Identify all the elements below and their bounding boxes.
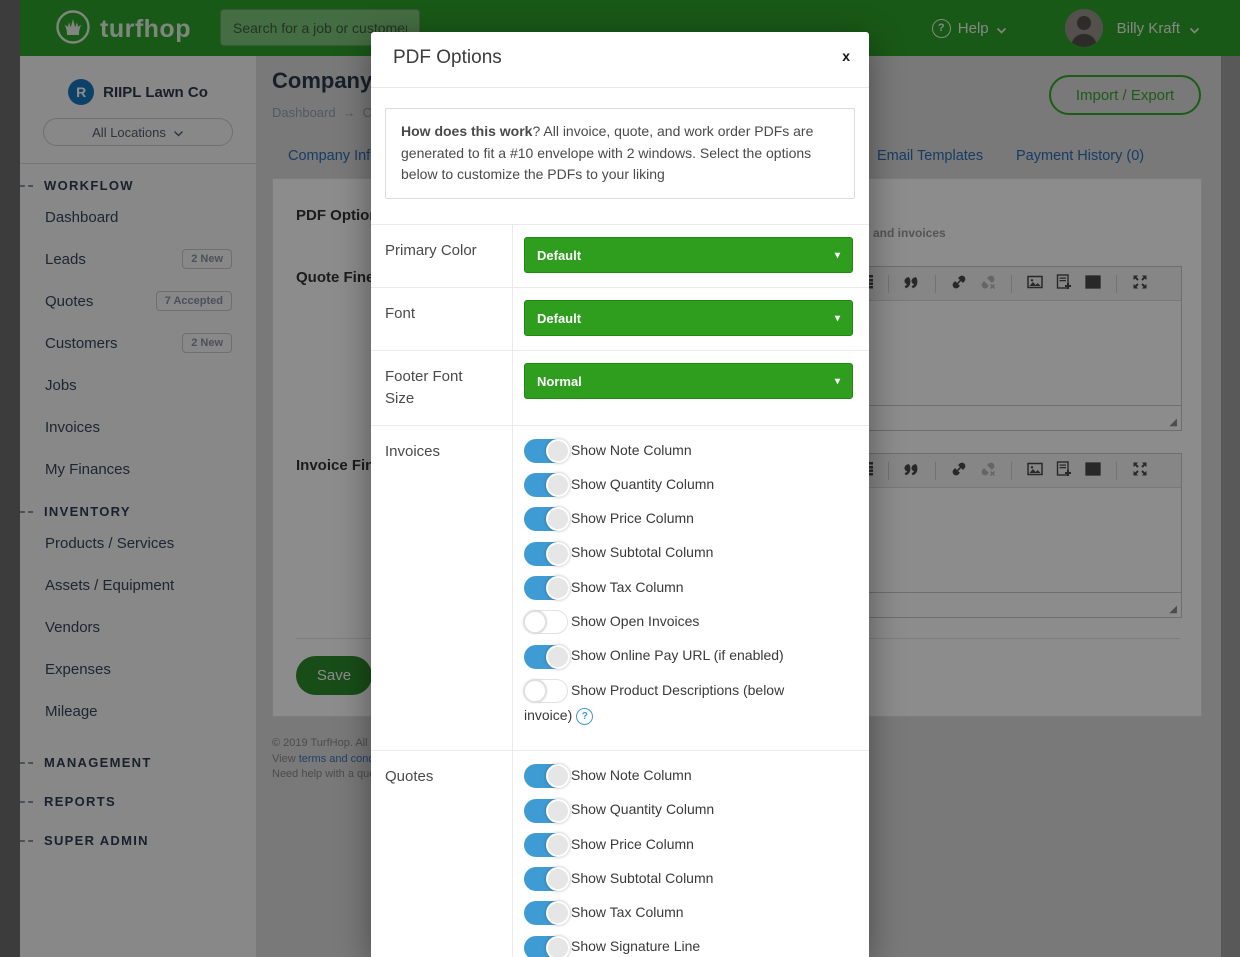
quotes-toggle-note-column[interactable] <box>524 764 568 788</box>
modal-header: PDF Options x <box>371 32 869 88</box>
footer-font-size-label: Footer Font Size <box>371 351 512 425</box>
font-select[interactable]: Default <box>524 300 853 336</box>
font-label: Font <box>371 288 512 350</box>
invoices-toggle-quantity-column[interactable] <box>524 473 568 497</box>
toggle-label: Show Tax Column <box>571 579 684 595</box>
pdf-options-modal: PDF Options x How does this work? All in… <box>371 32 869 957</box>
toggle-label: Show Subtotal Column <box>571 870 713 886</box>
font-row: Font Default <box>371 287 869 350</box>
toggle-label: Show Signature Line <box>571 938 700 954</box>
quotes-toggle-tax-column[interactable] <box>524 901 568 925</box>
help-question-icon[interactable] <box>576 708 593 725</box>
quotes-toggle-price-column[interactable] <box>524 833 568 857</box>
invoices-toggle-product-descriptions[interactable] <box>524 679 568 703</box>
primary-color-label: Primary Color <box>371 225 512 287</box>
toggle-label: Show Price Column <box>571 510 694 526</box>
quotes-toggle-subtotal-column[interactable] <box>524 867 568 891</box>
toggle-knob <box>546 799 570 823</box>
toggle-label: Show Online Pay URL (if enabled) <box>571 647 784 663</box>
toggle-knob <box>546 833 570 857</box>
quotes-row: Quotes Show Note Column Show Quantity Co… <box>371 750 869 957</box>
toggle-knob <box>523 679 547 703</box>
toggle-knob <box>546 764 570 788</box>
toggle-knob <box>546 439 570 463</box>
quotes-toggle-quantity-column[interactable] <box>524 799 568 823</box>
invoices-row: Invoices Show Note Column Show Quantity … <box>371 425 869 750</box>
invoices-toggle-subtotal-column[interactable] <box>524 542 568 566</box>
toggle-label: Show Subtotal Column <box>571 544 713 560</box>
primary-color-select[interactable]: Default <box>524 237 853 273</box>
invoices-toggle-note-column[interactable] <box>524 439 568 463</box>
toggle-label: Show Quantity Column <box>571 801 714 817</box>
quotes-label: Quotes <box>371 751 512 957</box>
toggle-knob <box>546 542 570 566</box>
toggle-label: Show Note Column <box>571 442 692 458</box>
intro-bold-text: How does this work <box>401 123 532 139</box>
footer-font-size-row: Footer Font Size Normal <box>371 350 869 425</box>
footer-font-size-select[interactable]: Normal <box>524 363 853 399</box>
toggle-knob <box>546 645 570 669</box>
toggle-knob <box>546 507 570 531</box>
invoices-toggle-open-invoices[interactable] <box>524 610 568 634</box>
app-window: turfhop Help Billy Kraft <box>0 0 1240 957</box>
toggle-knob <box>546 901 570 925</box>
invoices-toggle-online-pay-url[interactable] <box>524 645 568 669</box>
invoices-toggle-tax-column[interactable] <box>524 576 568 600</box>
quotes-toggle-signature-line[interactable] <box>524 936 568 957</box>
close-icon[interactable]: x <box>842 48 850 64</box>
toggle-label: Show Note Column <box>571 767 692 783</box>
caret-down-icon <box>835 313 840 324</box>
toggle-label: Show Price Column <box>571 836 694 852</box>
toggle-knob <box>523 610 547 634</box>
toggle-knob <box>546 473 570 497</box>
toggle-knob <box>546 936 570 957</box>
modal-title: PDF Options <box>393 47 502 69</box>
toggle-knob <box>546 867 570 891</box>
caret-down-icon <box>835 376 840 387</box>
toggle-knob <box>546 576 570 600</box>
toggle-label: Show Quantity Column <box>571 476 714 492</box>
primary-color-row: Primary Color Default <box>371 224 869 287</box>
toggle-label: Show Open Invoices <box>571 613 699 629</box>
toggle-label: Show Tax Column <box>571 904 684 920</box>
invoices-toggle-price-column[interactable] <box>524 507 568 531</box>
caret-down-icon <box>835 250 840 261</box>
invoices-label: Invoices <box>371 426 512 750</box>
modal-intro-box: How does this work? All invoice, quote, … <box>385 108 855 199</box>
